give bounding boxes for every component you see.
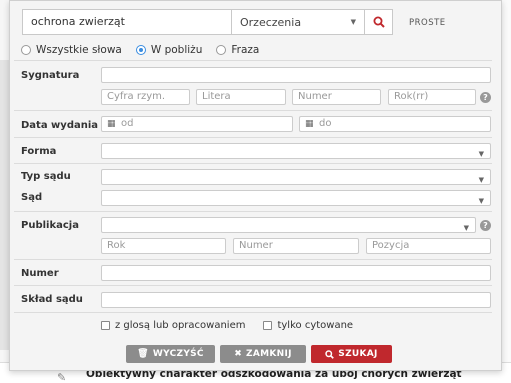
search-button[interactable]	[365, 9, 393, 35]
filter-checkboxes: z glosą lub opracowaniem tylko cytowane	[101, 320, 353, 331]
divider	[14, 259, 492, 260]
chevron-down-icon: ▼	[478, 176, 484, 184]
divider	[14, 60, 492, 61]
forma-label: Forma	[21, 146, 57, 157]
radio-label: Fraza	[231, 44, 260, 56]
radio-indicator	[216, 45, 227, 55]
radio-nearby[interactable]: W pobliżu	[135, 44, 203, 56]
sygnatura-roman-input[interactable]: Cyfra rzym.	[101, 89, 190, 105]
publication-position-input[interactable]: Pozycja	[366, 238, 491, 254]
date-from-placeholder: od	[121, 118, 134, 129]
help-icon[interactable]: ?	[480, 92, 491, 103]
sygnatura-letter-input[interactable]: Litera	[196, 89, 286, 105]
radio-indicator	[135, 45, 146, 55]
court-select[interactable]: ▼	[101, 190, 491, 206]
submit-search-label: SZUKAJ	[338, 349, 378, 359]
divider	[14, 285, 492, 286]
date-from-input[interactable]: ▦ od	[101, 116, 293, 132]
publication-number-input[interactable]: Numer	[233, 238, 359, 254]
checkbox-label: z glosą lub opracowaniem	[115, 320, 246, 331]
divider	[14, 312, 492, 313]
divider	[14, 137, 492, 138]
checkbox-with-gloss[interactable]: z glosą lub opracowaniem	[101, 320, 245, 331]
calendar-icon: ▦	[107, 119, 116, 129]
search-query-input[interactable]: ochrona zwierząt	[22, 9, 232, 35]
chevron-down-icon: ▼	[478, 197, 484, 205]
close-button-label: ZAMKNIJ	[246, 349, 292, 359]
number-label: Numer	[21, 268, 59, 279]
help-icon[interactable]: ?	[480, 220, 491, 231]
clear-button[interactable]: 🗑 WYCZYŚĆ	[126, 345, 215, 363]
forma-select[interactable]: ▼	[101, 143, 491, 159]
publication-select[interactable]: ▼	[101, 217, 476, 233]
radio-label: W pobliżu	[150, 44, 203, 56]
calendar-icon: ▦	[305, 119, 314, 129]
court-panel-input[interactable]	[101, 292, 491, 308]
radio-all-words[interactable]: Wszystkie słowa	[21, 44, 122, 56]
divider	[14, 163, 492, 164]
publication-year-input[interactable]: Rok	[101, 238, 226, 254]
radio-indicator	[21, 45, 31, 55]
search-icon	[373, 16, 385, 28]
checkbox-box	[263, 321, 273, 330]
search-type-value: Orzeczenia	[240, 15, 302, 29]
date-to-placeholder: do	[319, 118, 332, 129]
simple-search-link[interactable]: PROSTE	[409, 18, 446, 28]
radio-label: Wszystkie słowa	[36, 44, 122, 56]
search-icon	[325, 349, 335, 359]
clear-button-label: WYCZYŚĆ	[152, 349, 204, 359]
date-to-input[interactable]: ▦ do	[299, 116, 491, 132]
chevron-down-icon: ▼	[463, 224, 469, 232]
checkbox-label: tylko cytowane	[277, 320, 354, 331]
close-icon: ✖	[234, 349, 243, 359]
match-mode-group: Wszystkie słowa W pobliżu Fraza	[21, 44, 259, 56]
chevron-down-icon: ▼	[350, 18, 356, 26]
sygnatura-input[interactable]	[101, 67, 491, 83]
search-bar: ochrona zwierząt Orzeczenia ▼	[22, 9, 393, 35]
checkbox-box	[101, 321, 110, 330]
court-label: Sąd	[21, 192, 43, 203]
court-panel-label: Skład sądu	[21, 294, 83, 305]
sygnatura-label: Sygnatura	[21, 70, 80, 81]
court-type-label: Typ sądu	[21, 171, 71, 182]
radio-phrase[interactable]: Fraza	[216, 44, 259, 56]
sygnatura-number-input[interactable]: Numer	[292, 89, 381, 105]
divider	[14, 211, 492, 212]
publication-label: Publikacja	[21, 220, 79, 231]
submit-search-button[interactable]: SZUKAJ	[311, 345, 392, 363]
chevron-down-icon: ▼	[478, 150, 484, 158]
search-type-select[interactable]: Orzeczenia ▼	[232, 9, 365, 35]
close-button[interactable]: ✖ ZAMKNIJ	[220, 345, 306, 363]
date-label: Data wydania	[21, 120, 99, 131]
background-left-strip	[0, 60, 9, 350]
court-type-select[interactable]: ▼	[101, 169, 491, 185]
sygnatura-year-input[interactable]: Rok(rr)	[388, 89, 476, 105]
checkbox-only-cited[interactable]: tylko cytowane	[263, 320, 353, 331]
divider	[14, 110, 492, 111]
result-type-icon: ✎	[57, 371, 67, 383]
trash-icon: 🗑	[137, 349, 149, 359]
number-input[interactable]	[101, 265, 491, 281]
